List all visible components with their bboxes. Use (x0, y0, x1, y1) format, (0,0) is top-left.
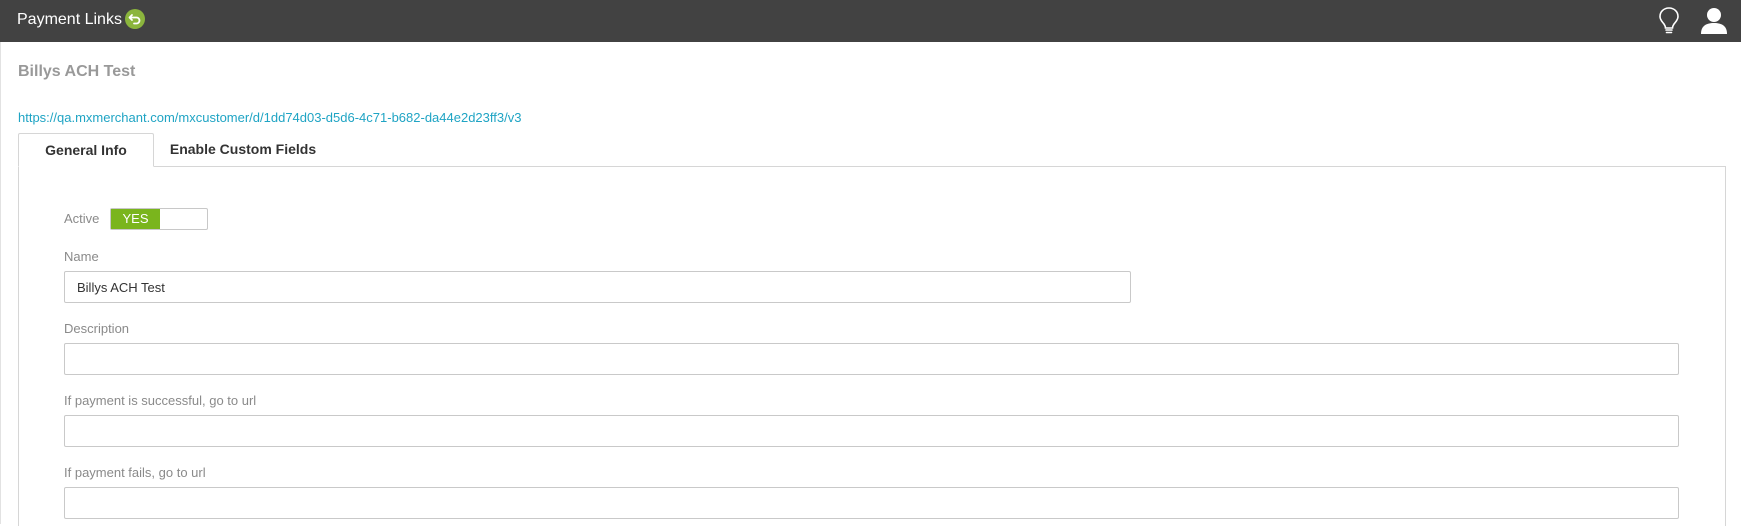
fail-url-label: If payment fails, go to url (64, 465, 206, 480)
success-url-label: If payment is successful, go to url (64, 393, 257, 408)
app-title: Payment Links (17, 11, 122, 28)
lightbulb-icon[interactable] (1657, 6, 1681, 41)
top-bar: Payment Links (0, 0, 1741, 42)
active-label: Active (64, 211, 100, 226)
success-url-input[interactable] (64, 415, 1679, 447)
page-title: Billys ACH Test (18, 63, 136, 80)
fail-url-input[interactable] (64, 487, 1679, 519)
description-label: Description (64, 321, 130, 336)
description-input[interactable] (64, 343, 1679, 375)
name-label: Name (64, 249, 99, 264)
name-input[interactable] (64, 271, 1131, 303)
user-icon[interactable] (1700, 6, 1728, 41)
undo-icon[interactable] (125, 9, 145, 29)
payment-link-url[interactable]: https://qa.mxmerchant.com/mxcustomer/d/1… (18, 110, 521, 125)
tab-general-info[interactable]: General Info (18, 133, 154, 167)
tab-enable-custom-fields[interactable]: Enable Custom Fields (168, 133, 318, 165)
active-toggle-on: YES (111, 209, 160, 229)
page-content: Billys ACH Test https://qa.mxmerchant.co… (0, 42, 1741, 526)
active-toggle[interactable]: YES (110, 208, 208, 230)
